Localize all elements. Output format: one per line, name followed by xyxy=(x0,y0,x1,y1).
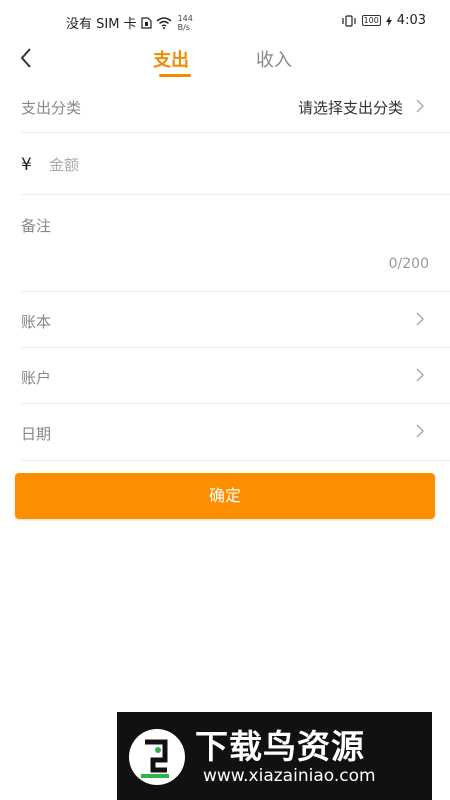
ledger-label: 账本 xyxy=(21,313,52,331)
battery-level: 100 xyxy=(363,16,379,25)
back-arrow-icon[interactable] xyxy=(16,44,38,72)
chevron-right-icon xyxy=(416,312,424,326)
note-label: 备注 xyxy=(21,217,52,235)
wifi-icon xyxy=(156,16,172,29)
category-row[interactable]: 支出分类 请选择支出分类 xyxy=(21,80,450,133)
date-row[interactable]: 日期 xyxy=(21,404,450,461)
active-tab-indicator xyxy=(159,74,191,77)
net-speed-unit: B/s xyxy=(177,22,190,32)
vibrate-icon xyxy=(341,14,356,27)
chevron-right-icon xyxy=(416,424,424,438)
bird-logo-icon xyxy=(129,729,185,785)
status-right: 100 4:03 xyxy=(341,13,426,28)
status-bar: 没有 SIM 卡 144 B/s 100 4:03 xyxy=(0,0,450,40)
ledger-row[interactable]: 账本 xyxy=(21,292,450,348)
chevron-right-icon xyxy=(416,99,424,113)
category-select-placeholder[interactable]: 请选择支出分类 xyxy=(298,97,403,118)
tab-expense[interactable]: 支出 xyxy=(153,46,189,72)
account-row[interactable]: 账户 xyxy=(21,348,450,404)
amount-row: ¥ xyxy=(21,133,450,195)
battery-icon: 100 xyxy=(361,15,381,26)
net-speed-value: 144 xyxy=(177,13,193,23)
amount-input[interactable] xyxy=(47,155,351,175)
status-left: 没有 SIM 卡 144 B/s xyxy=(66,13,193,33)
note-char-counter: 0/200 xyxy=(388,256,429,272)
top-nav: 支出 收入 xyxy=(0,40,450,80)
note-textarea[interactable] xyxy=(21,240,405,264)
watermark-banner: 下载鸟资源 www.xiazainiao.com xyxy=(117,712,432,800)
watermark-title: 下载鸟资源 xyxy=(195,727,365,766)
charging-icon xyxy=(385,15,392,26)
tab-income[interactable]: 收入 xyxy=(256,46,292,72)
account-label: 账户 xyxy=(21,369,52,387)
date-label: 日期 xyxy=(21,425,52,443)
category-label: 支出分类 xyxy=(21,99,82,117)
clock: 4:03 xyxy=(396,13,426,28)
confirm-button[interactable]: 确定 xyxy=(15,473,435,519)
carrier-text: 没有 SIM 卡 xyxy=(66,17,137,32)
sim-icon xyxy=(140,16,152,29)
watermark-url: www.xiazainiao.com xyxy=(203,766,376,786)
chevron-right-icon xyxy=(416,368,424,382)
net-speed: 144 B/s xyxy=(178,14,193,32)
currency-symbol: ¥ xyxy=(21,155,32,175)
note-row: 备注 0/200 xyxy=(21,195,450,292)
